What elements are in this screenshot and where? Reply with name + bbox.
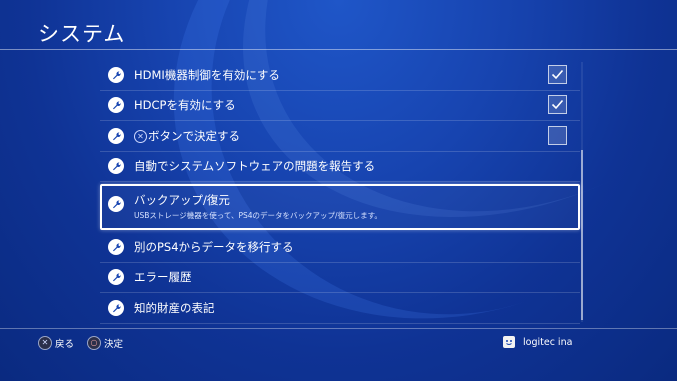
wrench-icon	[108, 158, 124, 175]
setting-ip-notice[interactable]: 知的財産の表記	[100, 293, 580, 324]
setting-label: 知的財産の表記	[134, 300, 215, 315]
setting-hdcp[interactable]: HDCPを有効にする	[100, 91, 580, 121]
cross-button-icon: ✕	[38, 336, 52, 350]
footer-back-hint[interactable]: ✕ 戻る	[38, 336, 74, 350]
setting-label: HDCPを有効にする	[134, 98, 236, 113]
cross-button-icon: ✕	[134, 129, 147, 143]
setting-auto-report[interactable]: 自動でシステムソフトウェアの問題を報告する	[100, 152, 580, 182]
setting-error-history[interactable]: エラー履歴	[100, 263, 580, 293]
wrench-icon	[108, 66, 124, 83]
footer-divider	[0, 328, 677, 329]
wrench-icon	[108, 299, 124, 316]
user-avatar-icon	[503, 336, 515, 348]
checkbox-unchecked[interactable]	[548, 125, 567, 145]
checkbox-checked[interactable]	[548, 95, 567, 115]
checkmark-icon	[551, 100, 564, 110]
checkmark-icon	[551, 69, 564, 79]
user-info: logitec ina	[503, 336, 572, 348]
back-label: 戻る	[55, 339, 75, 350]
wrench-icon	[108, 269, 124, 286]
checkbox-checked[interactable]	[548, 64, 567, 84]
setting-transfer-data[interactable]: 別のPS4からデータを移行する	[100, 232, 580, 263]
wrench-icon	[108, 238, 124, 255]
setting-label: バックアップ/復元	[134, 193, 230, 207]
setting-label: 別のPS4からデータを移行する	[134, 239, 294, 254]
wrench-icon	[108, 97, 124, 114]
setting-label: エラー履歴	[134, 270, 192, 285]
setting-description: USBストレージ機器を使って、PS4のデータをバックアップ/復元します。	[134, 211, 382, 220]
wrench-icon	[108, 127, 124, 144]
settings-list: HDMI機器制御を有効にする HDCPを有効にする ✕ ボタンで決定する 自動でシ…	[100, 60, 580, 324]
setting-x-button-confirm[interactable]: ✕ ボタンで決定する	[100, 121, 580, 152]
setting-hdmi-control[interactable]: HDMI機器制御を有効にする	[100, 60, 580, 91]
footer-confirm-hint[interactable]: ○ 決定	[87, 336, 123, 350]
confirm-label: 決定	[104, 339, 124, 350]
setting-label: HDMI機器制御を有効にする	[134, 67, 280, 82]
setting-backup-restore[interactable]: バックアップ/復元 USBストレージ機器を使って、PS4のデータをバックアップ/…	[100, 184, 580, 230]
circle-button-icon: ○	[87, 336, 101, 350]
setting-label: 自動でシステムソフトウェアの問題を報告する	[134, 159, 376, 174]
user-name: logitec ina	[523, 336, 573, 348]
title-divider	[0, 49, 677, 50]
wrench-icon	[108, 196, 124, 212]
setting-label: ✕ ボタンで決定する	[134, 128, 240, 144]
page-title: システム	[38, 22, 126, 46]
scrollbar-thumb[interactable]	[581, 150, 583, 320]
